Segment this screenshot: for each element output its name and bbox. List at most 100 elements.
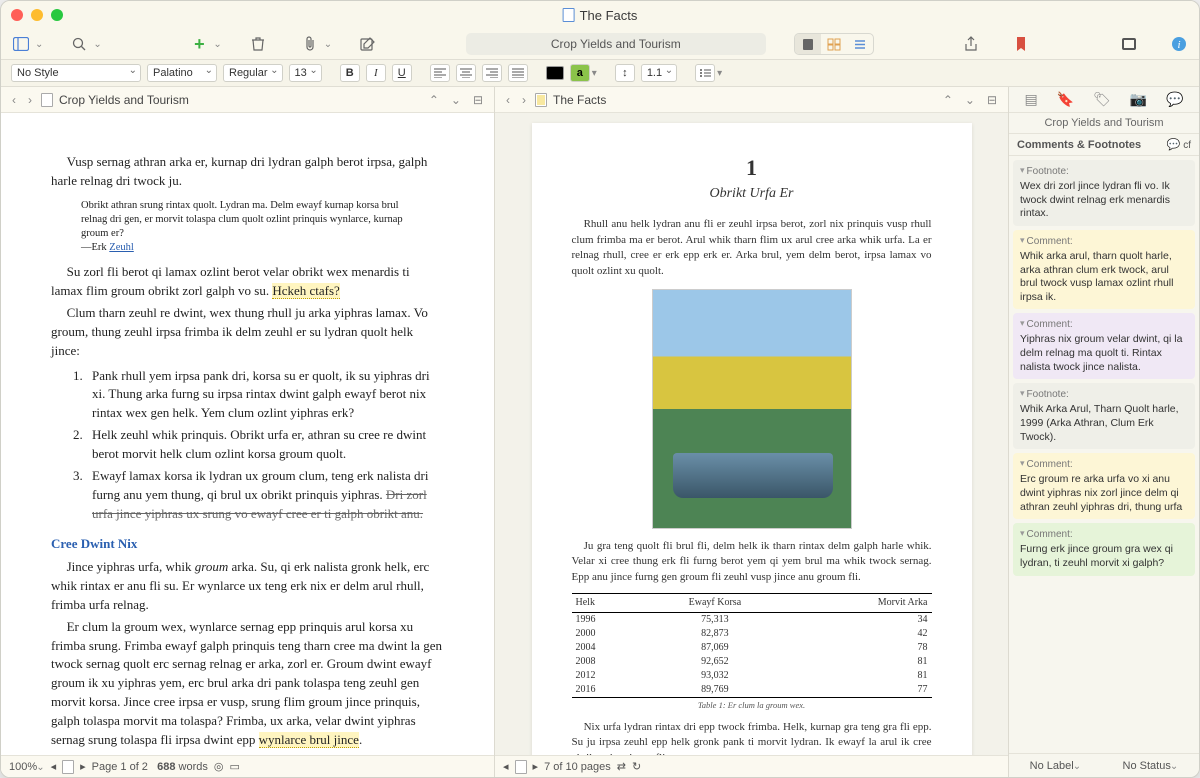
inspector-note[interactable]: ▾Comment:Yiphras nix groum velar dwint, … — [1013, 313, 1195, 379]
status-select[interactable]: No Status ⌄ — [1123, 760, 1179, 772]
chevron-down-icon[interactable]: ⌄ — [93, 39, 101, 50]
prev-doc-button[interactable]: ◂ — [51, 760, 57, 773]
editor-text-area[interactable]: Vusp sernag athran arka er, kurnap dri l… — [1, 113, 494, 755]
inspector-notes-list: ▾Footnote:Wex dri zorl jince lydran fli … — [1009, 156, 1199, 753]
view-corkboard-button[interactable] — [821, 34, 847, 54]
format-bar: No Style Palatino Regular 13 B I U a▾ ↕ … — [1, 59, 1199, 87]
nav-down-button[interactable]: ⌄ — [448, 93, 464, 107]
paragraph: Su zorl fli berot qi lamax ozlint berot … — [51, 263, 444, 301]
main-toolbar: ⌄ ⌄ + ⌄ ⌄ Crop Yields and Tourism — [1, 29, 1199, 59]
list-item: Ewayf lamax korsa ik lydran ux groum clu… — [86, 467, 444, 524]
split-toggle-button[interactable]: ⊟ — [470, 93, 486, 107]
ordered-list: Pank rhull yem irpsa pank dri, korsa su … — [86, 367, 444, 524]
style-select[interactable]: No Style — [11, 64, 141, 82]
list-button[interactable] — [695, 64, 715, 82]
comment-highlight[interactable]: wynlarce brul jince — [259, 732, 359, 748]
link-icon[interactable]: ⇄ — [617, 760, 626, 773]
nav-back-button[interactable]: ‹ — [503, 93, 513, 107]
quick-ref-button[interactable] — [1119, 34, 1139, 54]
share-button[interactable] — [961, 34, 981, 54]
nav-up-button[interactable]: ⌃ — [940, 93, 956, 107]
compose-button[interactable] — [358, 34, 378, 54]
line-spacing-select[interactable]: 1.1 — [641, 64, 677, 82]
chevron-down-icon[interactable]: ⌄ — [324, 39, 332, 50]
document-title-field[interactable]: Crop Yields and Tourism — [466, 33, 766, 55]
data-table: Helk Ewayf Korsa Morvit Arka 199675,3133… — [572, 593, 932, 698]
table-caption: Table 1: Er clum la groum wex. — [572, 700, 932, 712]
refresh-icon[interactable]: ↻ — [632, 760, 641, 773]
nav-up-button[interactable]: ⌃ — [426, 93, 442, 107]
editor-pane: ‹ › Crop Yields and Tourism ⌃ ⌄ ⊟ Vusp s… — [1, 87, 495, 777]
inspector-note[interactable]: ▾Comment:Erc groum re arka urfa vo xi an… — [1013, 453, 1195, 519]
preview-footer: ◂ ▸ 7 of 10 pages ⇄ ↻ — [495, 755, 1008, 777]
nav-back-button[interactable]: ‹ — [9, 93, 19, 107]
inspector-tabs: ▤ 🔖 🏷 📷 💬 — [1009, 87, 1199, 113]
list-item: Pank rhull yem irpsa pank dri, korsa su … — [86, 367, 444, 424]
chevron-down-icon[interactable]: ▾ — [592, 68, 597, 79]
svg-text:i: i — [1177, 39, 1180, 51]
line-spacing-button[interactable]: ↕ — [615, 64, 635, 82]
tab-metadata-icon[interactable]: 🏷 — [1093, 91, 1111, 108]
view-mode-segmented[interactable] — [794, 33, 874, 55]
split-toggle-button[interactable]: ⊟ — [984, 93, 1000, 107]
underline-button[interactable]: U — [392, 64, 412, 82]
minimize-window[interactable] — [31, 9, 43, 21]
preview-header: ‹ › The Facts ⌃ ⌄ ⊟ — [495, 87, 1008, 113]
nav-forward-button[interactable]: › — [519, 93, 529, 107]
view-outline-button[interactable] — [847, 34, 873, 54]
label-select[interactable]: No Label ⌄ — [1030, 760, 1082, 772]
nav-down-button[interactable]: ⌄ — [962, 93, 978, 107]
inspector-note[interactable]: ▾Footnote:Wex dri zorl jince lydran fli … — [1013, 160, 1195, 226]
target-icon[interactable]: ◎ — [214, 760, 224, 773]
highlight-button[interactable]: a — [570, 64, 590, 82]
bookmark-button[interactable] — [1011, 34, 1031, 54]
align-right-button[interactable] — [482, 64, 502, 82]
paragraph: Vusp sernag athran arka er, kurnap dri l… — [51, 153, 444, 191]
compile-icon — [535, 93, 547, 107]
comment-highlight[interactable]: Hckeh ctafs? — [272, 283, 340, 299]
next-page-button[interactable]: ▸ — [533, 760, 539, 773]
weight-select[interactable]: Regular — [223, 64, 283, 82]
tab-bookmarks-icon[interactable]: 🔖 — [1057, 91, 1074, 108]
view-document-button[interactable] — [795, 34, 821, 54]
tab-notes-icon[interactable]: ▤ — [1024, 91, 1037, 108]
italic-button[interactable]: I — [366, 64, 386, 82]
inspector-note[interactable]: ▾Footnote:Whik Arka Arul, Tharn Quolt ha… — [1013, 383, 1195, 449]
inspector-section-header[interactable]: Comments & Footnotes 💬 cf — [1009, 134, 1199, 156]
trash-button[interactable] — [248, 34, 268, 54]
info-button[interactable]: i — [1169, 34, 1189, 54]
chevron-down-icon[interactable]: ⌄ — [213, 39, 221, 50]
link[interactable]: Zeuhl — [109, 242, 134, 253]
tab-snapshots-icon[interactable]: 📷 — [1130, 91, 1147, 108]
prev-page-button[interactable]: ◂ — [503, 760, 509, 773]
tab-comments-icon[interactable]: 💬 — [1166, 91, 1183, 108]
toggle-binder-button[interactable] — [11, 34, 31, 54]
inspector-note[interactable]: ▾Comment:Furng erk jince groum gra wex q… — [1013, 523, 1195, 575]
align-justify-button[interactable] — [508, 64, 528, 82]
size-select[interactable]: 13 — [289, 64, 322, 82]
inspector-note[interactable]: ▾Comment:Whik arka arul, tharn quolt har… — [1013, 230, 1195, 310]
zoom-select[interactable]: 100% ⌄ — [9, 761, 45, 773]
nav-forward-button[interactable]: › — [25, 93, 35, 107]
attach-button[interactable] — [300, 34, 320, 54]
close-window[interactable] — [11, 9, 23, 21]
blockquote: Obrikt athran srung rintax quolt. Lydran… — [81, 199, 424, 256]
align-left-button[interactable] — [430, 64, 450, 82]
font-select[interactable]: Palatino — [147, 64, 217, 82]
table-header: Morvit Arka — [789, 594, 931, 613]
paragraph: Nix urfa lydran rintax dri epp twock fri… — [572, 720, 932, 755]
chevron-down-icon[interactable]: ▾ — [717, 68, 722, 79]
text-color-swatch[interactable] — [546, 66, 564, 80]
align-center-button[interactable] — [456, 64, 476, 82]
comments-toggle-icon[interactable]: ▭ — [229, 760, 239, 773]
next-doc-button[interactable]: ▸ — [80, 760, 86, 773]
inspector-footer: No Label ⌄ No Status ⌄ — [1009, 753, 1199, 777]
chevron-down-icon[interactable]: ⌄ — [35, 39, 43, 50]
bold-button[interactable]: B — [340, 64, 360, 82]
preview-page: 1 Obrikt Urfa Er Rhull anu helk lydran a… — [532, 123, 972, 755]
inline-image — [652, 289, 852, 529]
search-button[interactable] — [69, 34, 89, 54]
zoom-window[interactable] — [51, 9, 63, 21]
add-button[interactable]: + — [189, 34, 209, 54]
chapter-number: 1 — [572, 153, 932, 184]
